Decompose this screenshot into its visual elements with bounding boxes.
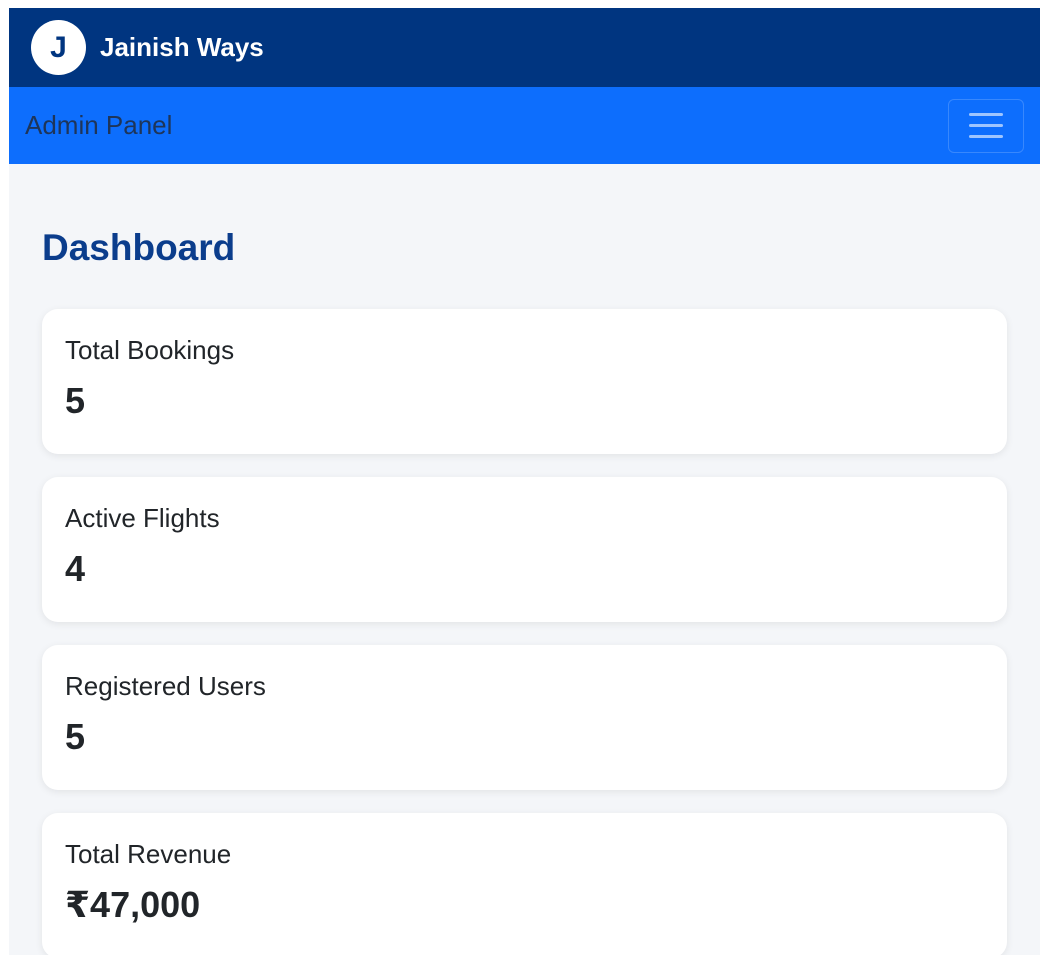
brand-name[interactable]: Jainish Ways [100,32,264,63]
stat-card-value: 4 [65,548,86,589]
main-content: Dashboard Total Bookings 5 Active Flight… [9,164,1040,955]
brand-logo[interactable]: J [31,20,86,75]
page-title: Dashboard [42,227,236,268]
stat-card-total-bookings: Total Bookings 5 [42,309,1007,454]
admin-panel-title[interactable]: Admin Panel [25,110,172,141]
brand-logo-letter: J [50,30,67,64]
stat-card-active-flights: Active Flights 4 [42,477,1007,622]
stat-card-value: ₹47,000 [65,884,201,925]
stat-card-total-revenue: Total Revenue ₹47,000 [42,813,1007,955]
top-navbar: J Jainish Ways [9,8,1040,87]
admin-navbar: Admin Panel [9,87,1040,164]
stat-card-value: 5 [65,380,86,421]
stat-cards: Total Bookings 5 Active Flights 4 Regist… [42,309,1007,955]
stat-card-label: Registered Users [65,671,266,701]
app-frame: J Jainish Ways Admin Panel Dashboard Tot… [9,8,1040,955]
hamburger-menu-icon-line [969,124,1003,127]
stat-card-value: 5 [65,716,86,757]
stat-card-label: Total Bookings [65,335,235,365]
stat-card-registered-users: Registered Users 5 [42,645,1007,790]
hamburger-menu-icon [969,113,1003,116]
stat-card-label: Total Revenue [65,839,232,869]
hamburger-menu-icon-line [969,135,1003,138]
stat-card-label: Active Flights [65,503,220,533]
menu-toggle-button[interactable] [948,98,1024,153]
